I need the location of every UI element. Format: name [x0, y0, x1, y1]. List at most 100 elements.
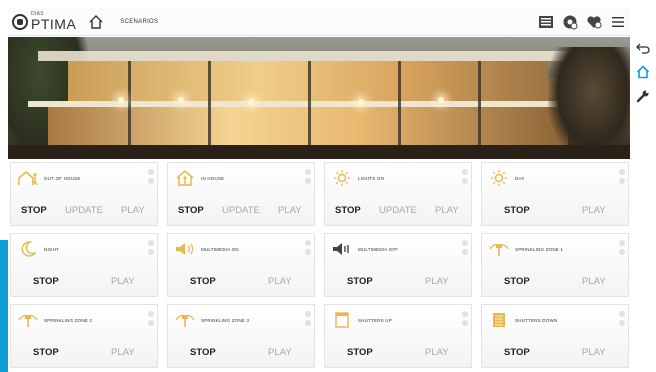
scenario-grid: OUT OF HOUSE STOP UPDATE PLAY IN HOUSE S…: [10, 162, 630, 372]
scenario-label: MULTIMEDIA OFF: [358, 246, 399, 252]
speaker-on-icon: [174, 240, 196, 258]
update-button[interactable]: UPDATE: [379, 205, 417, 216]
back-button[interactable]: [630, 36, 656, 60]
play-button[interactable]: PLAY: [582, 205, 606, 216]
stop-button[interactable]: STOP: [33, 347, 59, 358]
menu-button[interactable]: [610, 14, 626, 30]
menu-icon: [612, 16, 624, 27]
play-button[interactable]: PLAY: [268, 347, 292, 358]
logo-text: DIAS PTIMA: [31, 12, 77, 32]
shutter-down-icon: [488, 311, 510, 329]
tile-status-dots: [305, 311, 311, 326]
sun-icon: [488, 169, 510, 187]
stop-button[interactable]: STOP: [190, 276, 216, 287]
stop-button[interactable]: STOP: [504, 205, 530, 216]
scenario-tile-sprinkling-zone-1[interactable]: SPRINKLING ZONE 1 STOP PLAY: [481, 233, 629, 297]
tile-status-dots: [305, 169, 311, 184]
speaker-off-icon: [331, 240, 353, 258]
stop-button[interactable]: STOP: [347, 347, 373, 358]
home-icon: [89, 14, 103, 29]
tile-status-dots: [619, 240, 625, 255]
heart-cog-button[interactable]: [586, 14, 602, 30]
stop-button[interactable]: STOP: [21, 205, 47, 216]
tile-status-dots: [305, 240, 311, 255]
settings-cog-icon: [563, 15, 578, 29]
tile-status-dots: [619, 311, 625, 326]
scenario-tile-multimedia-on[interactable]: MULTIMEDIA ON STOP PLAY: [167, 233, 315, 297]
moon-icon: [17, 240, 39, 258]
scenario-label: SPRINKLING ZONE 3: [201, 317, 250, 323]
house-hero-image: [8, 37, 630, 159]
scenario-tile-multimedia-off[interactable]: MULTIMEDIA OFF STOP PLAY: [324, 233, 472, 297]
scenario-tile-in-house[interactable]: IN HOUSE STOP UPDATE PLAY: [167, 162, 315, 226]
scenario-tile-night[interactable]: NIGHT STOP PLAY: [10, 233, 158, 297]
stop-button[interactable]: STOP: [190, 347, 216, 358]
stop-button[interactable]: STOP: [335, 205, 361, 216]
scenario-tile-sprinkling-zone-3[interactable]: SPRINKLING ZONE 3 STOP PLAY: [167, 304, 315, 368]
play-button[interactable]: PLAY: [425, 276, 449, 287]
scenario-tile-shutters-down[interactable]: SHUTTERS DOWN STOP PLAY: [481, 304, 629, 368]
stop-button[interactable]: STOP: [347, 276, 373, 287]
play-button[interactable]: PLAY: [278, 205, 302, 216]
scenario-tile-day[interactable]: DAY STOP PLAY: [481, 162, 629, 226]
scenario-label: SHUTTERS DOWN: [515, 317, 558, 323]
stop-button[interactable]: STOP: [504, 347, 530, 358]
scenario-tile-out-of-house[interactable]: OUT OF HOUSE STOP UPDATE PLAY: [10, 162, 158, 226]
scenario-label: NIGHT: [44, 246, 59, 252]
scenario-label: MULTIMEDIA ON: [201, 246, 239, 252]
settings-wrench-button[interactable]: [630, 84, 656, 108]
leaving-house-icon: [17, 169, 39, 187]
play-button[interactable]: PLAY: [582, 276, 606, 287]
heart-cog-icon: [587, 15, 602, 28]
play-button[interactable]: PLAY: [121, 205, 145, 216]
back-arrow-icon: [636, 43, 650, 54]
stop-button[interactable]: STOP: [504, 276, 530, 287]
sidebar-home-button[interactable]: [630, 60, 656, 84]
scenario-label: IN HOUSE: [201, 175, 225, 181]
list-panel-button[interactable]: [538, 14, 554, 30]
tile-status-dots: [148, 240, 154, 255]
play-button[interactable]: PLAY: [111, 276, 135, 287]
logo-mark-icon: [12, 13, 28, 30]
update-button[interactable]: UPDATE: [65, 205, 103, 216]
update-button[interactable]: UPDATE: [222, 205, 260, 216]
scenario-tile-lights-on[interactable]: LIGHTS ON STOP UPDATE PLAY: [324, 162, 472, 226]
app-logo: DIAS PTIMA: [12, 10, 76, 34]
tile-status-dots: [462, 311, 468, 326]
tile-status-dots: [148, 169, 154, 184]
play-button[interactable]: PLAY: [268, 276, 292, 287]
tile-status-dots: [148, 311, 154, 326]
scenario-label: OUT OF HOUSE: [44, 175, 81, 181]
stop-button[interactable]: STOP: [33, 276, 59, 287]
sprinkler-icon: [17, 311, 39, 329]
stop-button[interactable]: STOP: [178, 205, 204, 216]
scenario-tile-shutters-up[interactable]: SHUTTERS UP STOP PLAY: [324, 304, 472, 368]
tile-status-dots: [462, 240, 468, 255]
home-icon: [636, 65, 650, 79]
tile-status-dots: [462, 169, 468, 184]
list-panel-icon: [539, 15, 553, 28]
wrench-icon: [636, 90, 649, 103]
scenario-label: SHUTTERS UP: [358, 317, 392, 323]
sprinkler-icon: [174, 311, 196, 329]
play-button[interactable]: PLAY: [435, 205, 459, 216]
settings-cog-button[interactable]: [562, 14, 578, 30]
edge-accent-bar: [0, 240, 8, 372]
play-button[interactable]: PLAY: [111, 347, 135, 358]
scenario-tile-sprinkling-zone-2[interactable]: SPRINKLING ZONE 2 STOP PLAY: [10, 304, 158, 368]
house-person-icon: [174, 169, 196, 187]
sprinkler-icon: [488, 240, 510, 258]
play-button[interactable]: PLAY: [425, 347, 449, 358]
breadcrumb[interactable]: SCENARIOS: [120, 19, 158, 25]
logo-big-text: PTIMA: [31, 16, 77, 32]
top-bar: DIAS PTIMA SCENARIOS: [8, 8, 630, 36]
shutter-up-icon: [331, 311, 353, 329]
play-button[interactable]: PLAY: [582, 347, 606, 358]
scenario-label: SPRINKLING ZONE 2: [44, 317, 93, 323]
right-sidebar: [630, 8, 656, 372]
home-button[interactable]: [86, 12, 106, 32]
scenario-label: DAY: [515, 175, 525, 181]
top-right-icons: [538, 14, 626, 30]
scenario-label: SPRINKLING ZONE 1: [515, 246, 564, 252]
